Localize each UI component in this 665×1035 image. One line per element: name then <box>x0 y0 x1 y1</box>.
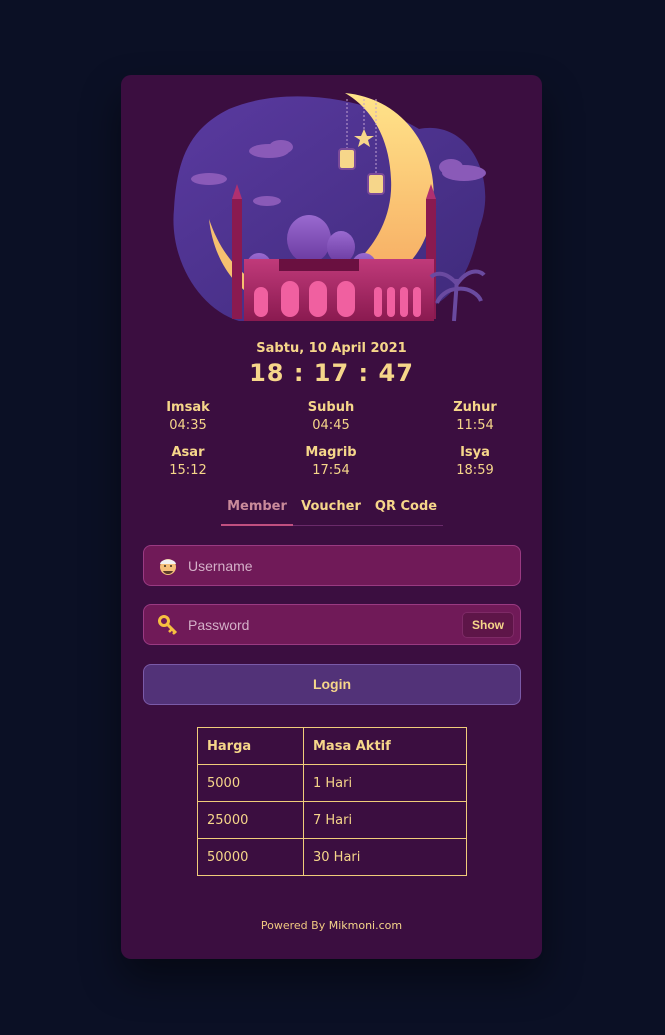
user-avatar-icon <box>157 555 179 577</box>
username-field <box>143 545 521 586</box>
username-input[interactable] <box>188 546 458 585</box>
price-cell: 25000 <box>197 801 304 839</box>
prayer-subuh: Subuh 04:45 <box>286 399 376 435</box>
prayer-name: Asar <box>171 445 205 460</box>
password-field: Show <box>143 604 521 645</box>
prayer-time: 18:59 <box>456 463 494 478</box>
login-card: Sabtu, 10 April 2021 18 : 17 : 47 Imsak … <box>121 75 542 959</box>
prayer-name: Imsak <box>166 400 210 415</box>
prayer-time: 04:45 <box>312 418 350 433</box>
duration-cell: 7 Hari <box>303 801 467 839</box>
login-tabs: Member Voucher QR Code <box>221 495 443 526</box>
table-row: 5000 1 Hari <box>197 764 467 802</box>
column-header-harga: Harga <box>197 727 304 765</box>
prayer-name: Subuh <box>307 400 355 415</box>
table-header-row: Harga Masa Aktif <box>197 727 467 765</box>
prayer-time: 15:12 <box>169 463 207 478</box>
column-header-masa-aktif: Masa Aktif <box>303 727 467 765</box>
prayer-isya: Isya 18:59 <box>430 444 520 480</box>
duration-cell: 30 Hari <box>303 838 467 876</box>
current-date: Sabtu, 10 April 2021 <box>256 341 407 356</box>
current-time: 18 : 17 : 47 <box>249 359 414 387</box>
password-input[interactable] <box>188 605 458 644</box>
price-table: Harga Masa Aktif 5000 1 Hari 25000 7 Har… <box>197 727 467 876</box>
show-password-button[interactable]: Show <box>462 612 514 638</box>
tab-member[interactable]: Member <box>221 498 293 526</box>
table-row: 25000 7 Hari <box>197 801 467 839</box>
footer-brand-link[interactable]: Mikmoni.com <box>329 919 402 932</box>
key-icon <box>157 614 179 636</box>
prayer-zuhur: Zuhur 11:54 <box>430 399 520 435</box>
prayer-name: Magrib <box>305 445 357 460</box>
price-cell: 50000 <box>197 838 304 876</box>
footer: Powered By Mikmoni.com <box>121 919 542 932</box>
prayer-time: 17:54 <box>312 463 350 478</box>
duration-cell: 1 Hari <box>303 764 467 802</box>
prayer-name: Zuhur <box>453 400 497 415</box>
prayer-time: 04:35 <box>169 418 207 433</box>
mosque-illustration <box>173 93 486 322</box>
prayer-name: Isya <box>460 445 490 460</box>
prayer-asar: Asar 15:12 <box>143 444 233 480</box>
login-button[interactable]: Login <box>143 664 521 705</box>
tab-qr-code[interactable]: QR Code <box>371 498 441 526</box>
prayer-time: 11:54 <box>456 418 494 433</box>
prayer-magrib: Magrib 17:54 <box>286 444 376 480</box>
tab-voucher[interactable]: Voucher <box>299 498 363 526</box>
table-row: 50000 30 Hari <box>197 838 467 876</box>
footer-prefix: Powered By <box>260 919 326 932</box>
price-cell: 5000 <box>197 764 304 802</box>
prayer-imsak: Imsak 04:35 <box>143 399 233 435</box>
